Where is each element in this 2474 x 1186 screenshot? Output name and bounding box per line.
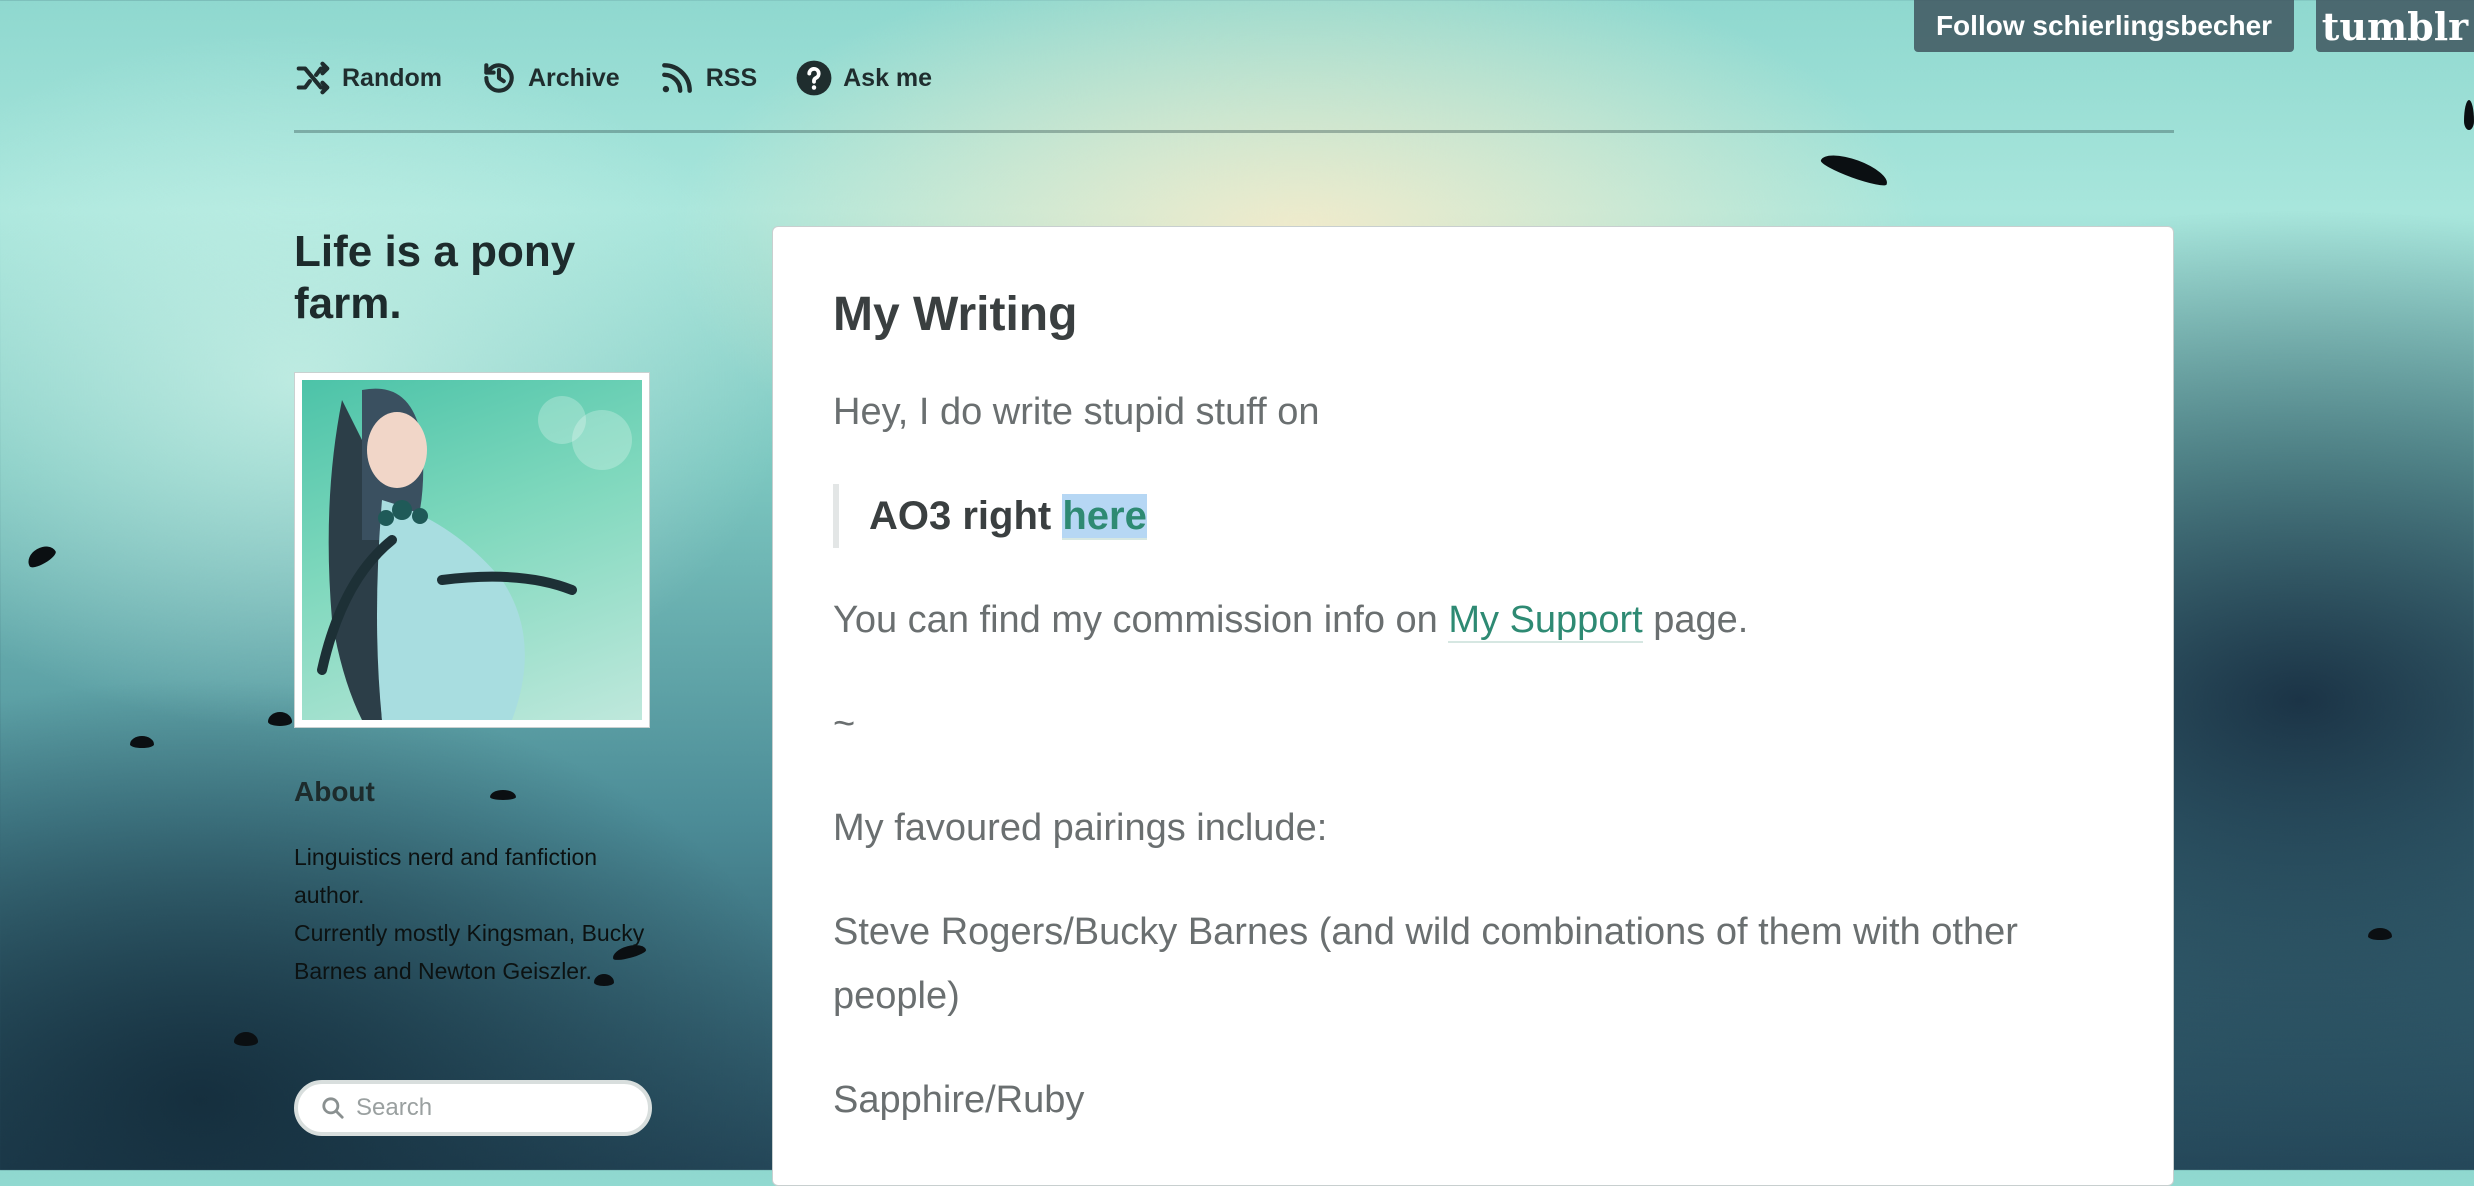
avatar-figure-image	[317, 388, 632, 720]
nav-archive[interactable]: Archive	[480, 59, 620, 97]
post-intro: Hey, I do write stupid stuff on	[833, 391, 1320, 433]
commission-paragraph: You can find my commission info on My Su…	[833, 588, 2133, 652]
pairings-heading: My favoured pairings include:	[833, 807, 1328, 849]
question-icon	[796, 60, 832, 96]
ao3-link[interactable]: here	[1062, 494, 1147, 540]
nav-random-label: Random	[342, 63, 442, 92]
nav-random[interactable]: Random	[294, 59, 442, 97]
follow-button[interactable]: Follow schierlingsbecher	[1914, 0, 2294, 52]
quote-text: AO3 right	[869, 494, 1063, 538]
commission-text-after: page.	[1642, 599, 1749, 641]
header-divider	[294, 130, 2174, 133]
nav-ask-me-label: Ask me	[843, 63, 933, 92]
my-support-link[interactable]: My Support	[1448, 599, 1643, 643]
nav-rss[interactable]: RSS	[658, 59, 757, 97]
bird-silhouette	[130, 736, 154, 748]
rss-icon	[661, 63, 692, 93]
commission-text-before: You can find my commission info on	[833, 599, 1449, 641]
bird-silhouette	[24, 541, 58, 571]
nav-ask-me[interactable]: Ask me	[795, 59, 932, 97]
separator-tilde: ~	[833, 703, 856, 745]
bird-silhouette	[234, 1032, 258, 1046]
avatar-illustration	[302, 380, 642, 720]
blog-title[interactable]: Life is a pony farm.	[294, 226, 674, 330]
post-blockquote: AO3 right here	[833, 484, 2133, 548]
bird-silhouette	[1819, 148, 1891, 190]
bird-silhouette	[2464, 100, 2474, 130]
post-card: My Writing Hey, I do write stupid stuff …	[772, 226, 2174, 1186]
history-icon	[484, 63, 514, 93]
nav-archive-label: Archive	[528, 63, 620, 92]
search-icon	[322, 1097, 344, 1119]
about-line: Linguistics nerd and fanfiction author.	[294, 844, 598, 908]
search-field[interactable]	[294, 1080, 652, 1136]
about-line: Currently mostly Kingsman, Bucky Barnes …	[294, 920, 645, 984]
pairing-item: Steve Rogers/Bucky Barnes (and wild comb…	[833, 911, 2018, 1017]
bird-silhouette	[490, 790, 516, 800]
bird-silhouette	[268, 712, 292, 726]
tumblr-logo-button[interactable]: tumblr	[2316, 0, 2474, 52]
about-description: Linguistics nerd and fanfiction author. …	[294, 838, 654, 990]
nav-rss-label: RSS	[705, 63, 758, 92]
post-title[interactable]: My Writing	[833, 287, 2133, 342]
bird-silhouette	[2368, 928, 2392, 940]
about-heading: About	[294, 776, 375, 807]
avatar[interactable]	[294, 372, 650, 728]
pairing-item: Sapphire/Ruby	[833, 1079, 1085, 1121]
shuffle-icon	[296, 61, 330, 95]
search-input[interactable]	[354, 1093, 608, 1123]
top-navigation: Random Archive RSS Ask me	[294, 52, 970, 104]
